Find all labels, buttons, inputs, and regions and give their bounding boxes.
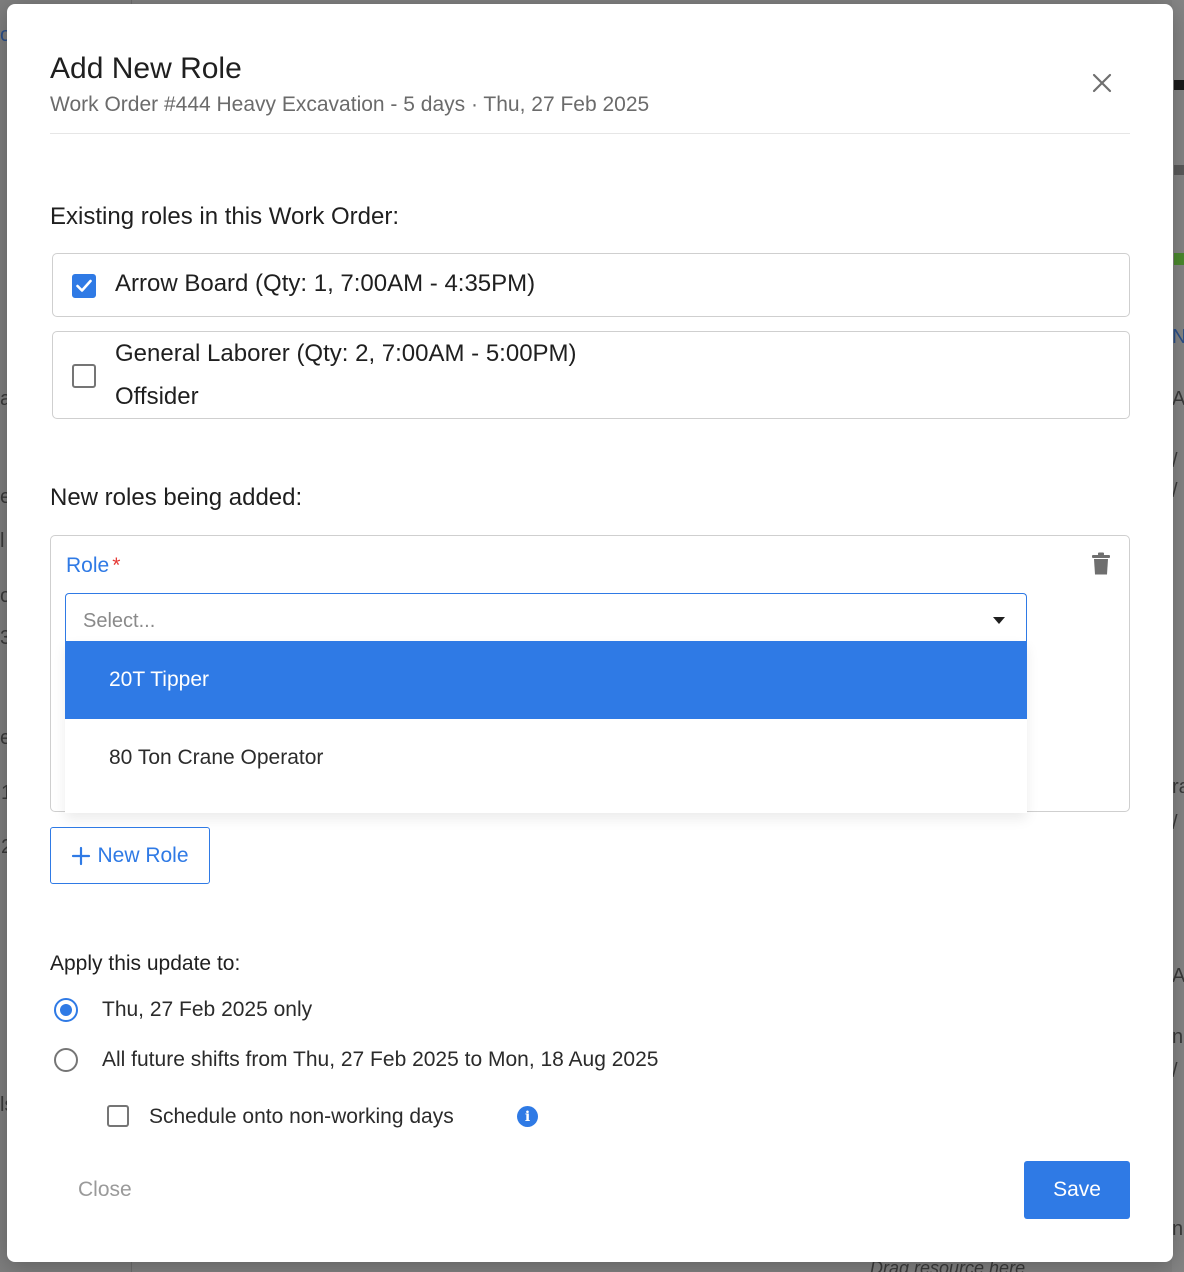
background-text: n — [1172, 1026, 1184, 1048]
select-placeholder: Select... — [83, 610, 156, 632]
role-label-text: Role — [66, 554, 110, 577]
required-marker: * — [112, 554, 121, 577]
role-select[interactable]: Select... — [65, 593, 1027, 641]
background-text: ra — [1172, 776, 1184, 798]
schedule-nonworking-checkbox[interactable] — [107, 1105, 129, 1127]
add-new-role-button[interactable]: New Role — [50, 827, 210, 884]
existing-role-label: Arrow Board (Qty: 1, 7:00AM - 4:35PM) — [115, 270, 536, 297]
dropdown-option[interactable]: 80 Ton Crane Operator — [65, 719, 1027, 797]
background-bar — [1174, 253, 1184, 265]
background-text: A — [1172, 965, 1184, 987]
existing-role-label: General Laborer (Qty: 2, 7:00AM - 5:00PM… — [115, 340, 577, 367]
close-icon[interactable] — [1087, 68, 1117, 98]
existing-role-sublabel: Offsider — [115, 383, 199, 410]
save-button[interactable]: Save — [1024, 1161, 1130, 1219]
background-bar — [1174, 165, 1184, 175]
apply-update-heading: Apply this update to: — [50, 952, 241, 975]
add-new-role-label: New Role — [97, 843, 189, 867]
role-dropdown-menu: 20T Tipper 80 Ton Crane Operator — [65, 641, 1027, 813]
existing-role-arrow-board[interactable]: Arrow Board (Qty: 1, 7:00AM - 4:35PM) — [52, 253, 1130, 317]
existing-role-general-laborer[interactable]: General Laborer (Qty: 2, 7:00AM - 5:00PM… — [52, 331, 1130, 419]
background-text: l — [0, 530, 5, 552]
caret-down-icon[interactable] — [993, 617, 1005, 624]
header-divider — [50, 133, 1130, 134]
background-text: N — [1172, 326, 1184, 348]
plus-icon — [72, 846, 91, 865]
radio-label[interactable]: Thu, 27 Feb 2025 only — [102, 998, 312, 1022]
background-bar — [1174, 80, 1184, 90]
modal-title: Add New Role — [50, 52, 242, 85]
background-text: A — [1172, 388, 1184, 410]
radio-unselected[interactable] — [54, 1048, 78, 1072]
radio-selected[interactable] — [54, 998, 78, 1022]
role-field-label: Role * — [66, 554, 120, 578]
checkbox-unchecked-icon[interactable] — [72, 364, 96, 388]
add-role-modal: Add New Role Work Order #444 Heavy Excav… — [7, 4, 1173, 1262]
background-text: n — [1172, 1218, 1184, 1240]
dropdown-option[interactable]: 20T Tipper — [65, 641, 1027, 719]
info-icon[interactable]: i — [517, 1106, 538, 1127]
close-button[interactable]: Close — [78, 1178, 132, 1202]
modal-subtitle: Work Order #444 Heavy Excavation - 5 day… — [50, 93, 650, 116]
radio-label[interactable]: All future shifts from Thu, 27 Feb 2025 … — [102, 1048, 658, 1072]
existing-roles-heading: Existing roles in this Work Order: — [50, 203, 399, 230]
schedule-nonworking-label[interactable]: Schedule onto non-working days — [149, 1105, 454, 1129]
trash-icon[interactable] — [1091, 552, 1113, 576]
checkbox-checked-icon[interactable] — [72, 274, 96, 298]
new-roles-heading: New roles being added: — [50, 484, 303, 511]
